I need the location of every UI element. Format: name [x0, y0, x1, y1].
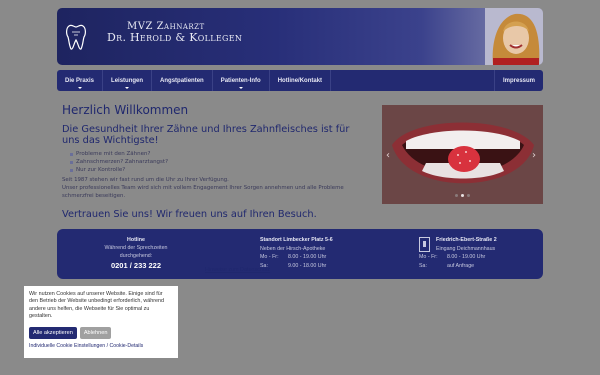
location-friedrich-ebert: Friedrich-Ebert-Straße 2 Eingang Deichma… [419, 236, 497, 270]
nav-impressum[interactable]: Impressum [493, 70, 543, 91]
slider-dots [382, 194, 543, 197]
location-header: Friedrich-Ebert-Straße 2 Eingang Deichma… [419, 236, 497, 253]
hotline-line2: durchgehend: [119, 253, 153, 259]
accept-all-button[interactable]: Alle akzeptieren [29, 326, 77, 339]
cookie-details-link[interactable]: Cookie-Details [109, 343, 143, 349]
brand-line2: Dr. Herold & Kollegen [107, 31, 243, 44]
nav-label: Patienten-Info [220, 77, 261, 84]
opening-hours: Mo - Fr: 8.00 - 19.00 Uhr Sa: auf Anfrag… [419, 253, 497, 270]
nav-label: Hotline/Kontakt [277, 77, 323, 84]
caret-down-icon [77, 87, 82, 89]
cookie-settings-link[interactable]: Individuelle Cookie Einstellungen [29, 343, 105, 349]
caret-down-icon [125, 87, 130, 89]
caret-down-icon [238, 87, 243, 89]
cookie-text: Wir nutzen Cookies auf unserer Website. … [29, 291, 165, 320]
image-slider[interactable]: ‹ › [382, 105, 543, 204]
brand-title[interactable]: MVZ Zahnarzt Dr. Herold & Kollegen [107, 21, 242, 43]
hours-time: 8.00 - 19.00 Uhr [288, 254, 327, 260]
nav-label: Leistungen [111, 77, 144, 84]
main-navigation: Die Praxis Leistungen Angstpatienten Pat… [57, 70, 543, 91]
location-subtitle: Neben der Hirsch-Apotheke [260, 245, 326, 252]
nav-label: Die Praxis [65, 77, 95, 84]
location-title: Friedrich-Ebert-Straße 2 [436, 237, 497, 243]
building-map-icon[interactable] [419, 237, 430, 252]
cookie-links: Individuelle Cookie Einstellungen / Cook… [29, 343, 173, 349]
page: MVZ Zahnarzt Dr. Herold & Kollegen Die P… [57, 8, 543, 279]
page-title: Herzlich Willkommen [62, 103, 189, 117]
hours-time: 9.00 - 18.00 Uhr [288, 262, 327, 269]
header-portrait-image [485, 8, 543, 65]
hours-time: 8.00 - 19.00 Uhr [447, 254, 486, 260]
tooth-logo-icon [66, 24, 86, 50]
slider-dot[interactable] [467, 194, 470, 197]
tagline: Vertrauen Sie uns! Wir freuen uns auf Ih… [62, 209, 317, 220]
opening-hours: Mo - Fr: 8.00 - 19.00 Uhr Sa: 9.00 - 18.… [260, 253, 333, 270]
intro-line: Seit 1987 stehen wir fast rund um die Uh… [62, 177, 229, 183]
nav-patienten-info[interactable]: Patienten-Info [213, 70, 270, 91]
main-content: Herzlich Willkommen Die Gesundheit Ihrer… [57, 91, 543, 220]
smile-strawberry-image [382, 105, 543, 204]
location-title: Standort Limbecker Platz 5-6 [260, 237, 333, 243]
hotline-phone[interactable]: 0201 / 233 222 [111, 262, 161, 270]
nav-leistungen[interactable]: Leistungen [103, 70, 153, 91]
nav-angstpatienten[interactable]: Angstpatienten [152, 70, 213, 91]
hours-day: Mo - Fr: [419, 254, 438, 260]
hours-day: Sa: [419, 262, 427, 269]
slider-dot-active[interactable] [461, 194, 464, 197]
privacy-link[interactable]: Hinweise zum Datenschutz [205, 267, 270, 273]
reject-button[interactable]: Ablehnen [79, 326, 112, 339]
list-item: Zahnschmerzen? Zahnarztangst? [70, 158, 168, 166]
location-subtitle: Eingang Deichmannhaus [436, 245, 496, 252]
cookie-banner: Wir nutzen Cookies auf unserer Website. … [24, 286, 178, 358]
nav-label: Impressum [502, 77, 535, 84]
hours-time: auf Anfrage [447, 262, 475, 269]
location-limbecker: Standort Limbecker Platz 5-6 Neben der H… [260, 236, 333, 270]
slider-dot[interactable] [455, 194, 458, 197]
slider-prev-arrow-icon[interactable]: ‹ [386, 150, 390, 161]
cookie-buttons: Alle akzeptieren Ablehnen [29, 326, 173, 339]
list-item: Probleme mit den Zähnen? [70, 150, 168, 158]
list-item: Nur zur Kontrolle? [70, 166, 168, 174]
slider-next-arrow-icon[interactable]: › [532, 150, 536, 161]
intro-line: Unser professionelles Team wird sich mit… [62, 185, 344, 199]
hotline-title: Hotline [127, 237, 145, 243]
nav-hotline-kontakt[interactable]: Hotline/Kontakt [270, 70, 332, 91]
nav-label: Angstpatienten [160, 77, 204, 84]
hotline-line1: Während der Sprechzeiten [104, 245, 168, 251]
page-subtitle: Die Gesundheit Ihrer Zähne und Ihres Zah… [62, 124, 350, 146]
header: MVZ Zahnarzt Dr. Herold & Kollegen [57, 8, 543, 65]
intro-text: Seit 1987 stehen wir fast rund um die Uh… [62, 176, 362, 200]
location-heading-text: Friedrich-Ebert-Straße 2 Eingang Deichma… [436, 236, 497, 253]
hotline-block: Hotline Während der Sprechzeiten durchge… [57, 236, 215, 271]
bullet-list: Probleme mit den Zähnen? Zahnschmerzen? … [70, 150, 168, 174]
nav-die-praxis[interactable]: Die Praxis [57, 70, 104, 91]
contact-info-bar: Hotline Während der Sprechzeiten durchge… [57, 229, 543, 279]
hours-day: Mo - Fr: [260, 254, 279, 260]
